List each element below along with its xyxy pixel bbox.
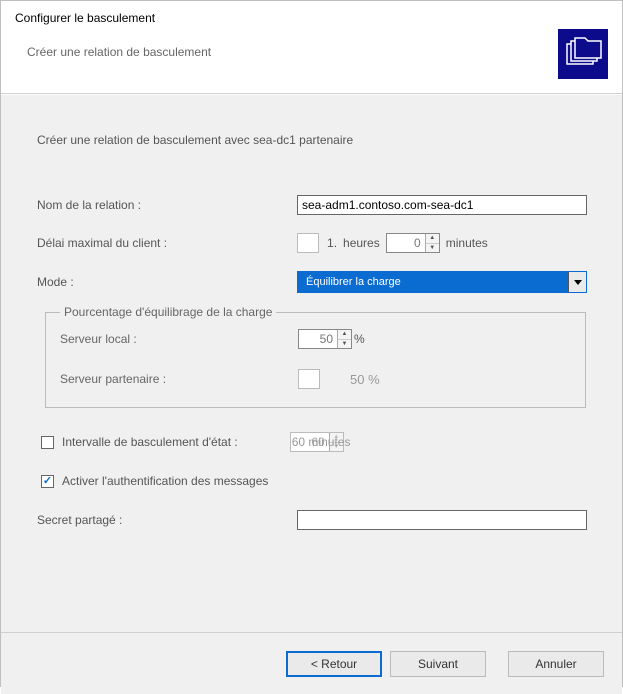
- minutes-up-icon[interactable]: ▲: [426, 234, 439, 244]
- minutes-input[interactable]: [387, 234, 425, 252]
- mode-label: Mode :: [37, 275, 297, 289]
- local-up-icon[interactable]: ▲: [338, 330, 351, 340]
- local-server-input[interactable]: [299, 330, 337, 348]
- max-client-lead-label: Délai maximal du client :: [37, 236, 297, 250]
- next-button[interactable]: Suivant: [390, 651, 486, 677]
- minutes-down-icon[interactable]: ▼: [426, 244, 439, 253]
- auth-label: Activer l'authentification des messages: [62, 474, 268, 488]
- load-balance-legend: Pourcentage d'équilibrage de la charge: [60, 305, 276, 319]
- state-up-icon: ▲: [330, 433, 343, 443]
- state-down-icon: ▼: [330, 443, 343, 452]
- wizard-body: Créer une relation de basculement avec s…: [1, 94, 622, 632]
- window-title: Configurer le basculement: [15, 11, 211, 25]
- partner-box-prefix: [298, 369, 320, 389]
- hours-unit-label: heures: [343, 236, 380, 250]
- dropdown-arrow-icon[interactable]: [568, 272, 586, 292]
- auth-checkbox[interactable]: [41, 475, 54, 488]
- local-down-icon[interactable]: ▼: [338, 340, 351, 349]
- relation-name-input[interactable]: [297, 195, 587, 215]
- state-switch-label: Intervalle de basculement d'état :: [62, 435, 238, 449]
- hours-value-label: 1.: [327, 236, 337, 250]
- state-switch-input: [291, 433, 329, 451]
- cancel-button[interactable]: Annuler: [508, 651, 604, 677]
- minutes-unit-label: minutes: [446, 236, 488, 250]
- shared-secret-label: Secret partagé :: [37, 513, 297, 527]
- wizard-footer: < Retour Suivant Annuler: [1, 632, 622, 694]
- state-switch-spinner: ▲ ▼: [290, 432, 344, 452]
- relation-name-label: Nom de la relation :: [37, 198, 297, 212]
- shared-secret-input[interactable]: [297, 510, 587, 530]
- hours-box-prefix: [297, 233, 319, 253]
- mode-selected-value: Équilibrer la charge: [306, 276, 401, 288]
- wizard-header: Configurer le basculement Créer une rela…: [1, 1, 622, 94]
- partner-server-label: Serveur partenaire :: [60, 372, 298, 386]
- percent-suffix: %: [354, 332, 365, 346]
- load-balance-group: Pourcentage d'équilibrage de la charge S…: [45, 305, 586, 408]
- minutes-spinner[interactable]: ▲ ▼: [386, 233, 440, 253]
- state-switch-checkbox[interactable]: [41, 436, 54, 449]
- mode-dropdown[interactable]: Équilibrer la charge: [297, 271, 587, 293]
- local-server-spinner[interactable]: ▲ ▼: [298, 329, 352, 349]
- back-button[interactable]: < Retour: [286, 651, 382, 677]
- wizard-icon: [558, 29, 608, 79]
- wizard-subtitle: Créer une relation de basculement: [27, 45, 211, 59]
- intro-text: Créer une relation de basculement avec s…: [37, 133, 596, 147]
- partner-server-value: 50 %: [350, 372, 380, 387]
- local-server-label: Serveur local :: [60, 332, 298, 346]
